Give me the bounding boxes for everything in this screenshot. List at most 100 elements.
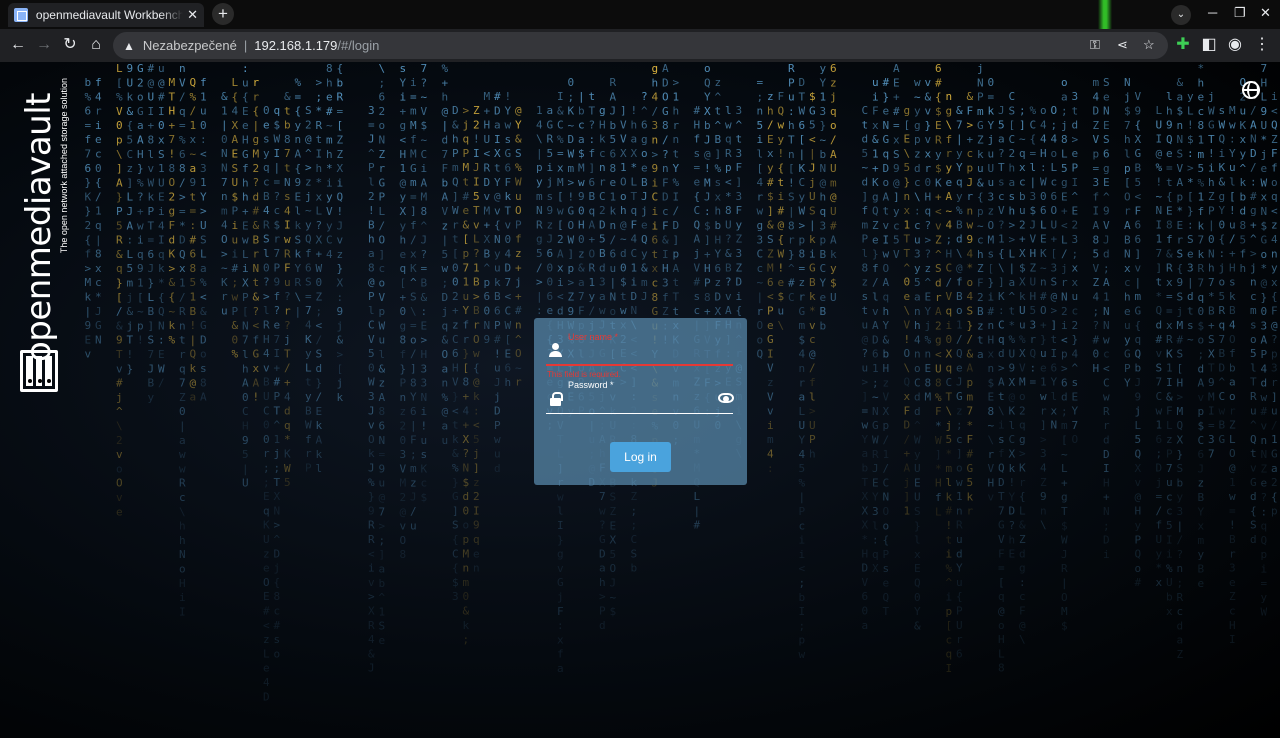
- svg-text:4: 4: [1229, 319, 1236, 332]
- svg-text:h: h: [1009, 204, 1016, 217]
- close-window-icon[interactable]: ✕: [1260, 5, 1271, 21]
- svg-text:}: }: [988, 276, 995, 289]
- svg-text:=: =: [85, 119, 92, 132]
- svg-text:W: W: [158, 362, 165, 375]
- svg-text:A: A: [946, 190, 953, 203]
- svg-text:Q: Q: [1166, 133, 1173, 146]
- svg-text:8: 8: [935, 377, 942, 390]
- svg-text:A: A: [662, 62, 669, 75]
- svg-text:D: D: [1009, 505, 1016, 518]
- url-path[interactable]: /#/login: [337, 38, 379, 53]
- tab-search-icon[interactable]: ⌄: [1171, 5, 1191, 25]
- svg-text:m: m: [946, 462, 953, 475]
- star-icon[interactable]: ☆: [1143, 37, 1155, 53]
- svg-text:U: U: [158, 176, 165, 189]
- svg-text:K: K: [85, 190, 92, 203]
- security-label[interactable]: Nezabezpečené: [143, 38, 237, 53]
- svg-text:]: ]: [1135, 247, 1142, 260]
- globe-icon[interactable]: [1242, 81, 1260, 99]
- svg-text:[: [: [505, 333, 512, 346]
- svg-text:b: b: [284, 119, 291, 132]
- svg-text:j: j: [694, 247, 701, 260]
- svg-text:3: 3: [1040, 447, 1047, 460]
- svg-text:y: y: [778, 133, 785, 146]
- eye-icon[interactable]: [718, 393, 734, 403]
- svg-text:w: w: [284, 233, 291, 246]
- svg-text:s: s: [400, 62, 407, 75]
- svg-text:d: d: [956, 233, 963, 246]
- svg-text:&: &: [883, 333, 890, 346]
- username-field[interactable]: User name *: [546, 330, 733, 366]
- url-host[interactable]: 192.168.1.179: [254, 38, 337, 53]
- svg-text:U: U: [1009, 347, 1016, 360]
- svg-text:0: 0: [463, 504, 470, 517]
- svg-text:]: ]: [767, 204, 774, 217]
- address-bar[interactable]: ▲ Nezabezpečené | 192.168.1.179 /#/login…: [113, 32, 1168, 59]
- home-icon[interactable]: ⌂: [86, 35, 106, 55]
- browser-tab[interactable]: openmediavault Workbench ✕: [8, 3, 204, 27]
- svg-text:C: C: [631, 247, 638, 260]
- svg-text:{: {: [158, 291, 165, 304]
- svg-text:}: }: [116, 277, 123, 290]
- svg-text:W: W: [316, 262, 323, 275]
- svg-text:p: p: [799, 634, 806, 647]
- svg-text:i: i: [95, 119, 102, 132]
- svg-text:w: w: [599, 304, 606, 317]
- svg-text:l: l: [368, 304, 375, 317]
- svg-text:h: h: [820, 191, 827, 204]
- svg-text:h: h: [1009, 162, 1016, 175]
- extensions-icon[interactable]: ✚: [1173, 35, 1193, 55]
- svg-text:L: L: [1135, 419, 1142, 432]
- svg-text:r: r: [1030, 333, 1037, 346]
- svg-text:=: =: [1030, 376, 1037, 389]
- svg-text:3: 3: [820, 105, 827, 118]
- forward-icon[interactable]: →: [34, 35, 54, 55]
- maximize-icon[interactable]: ❐: [1234, 5, 1246, 21]
- background-glow: [1098, 0, 1112, 29]
- svg-text:A: A: [137, 134, 144, 147]
- svg-text:!: !: [788, 176, 795, 189]
- svg-text:=: =: [1030, 147, 1037, 160]
- tab-close-icon[interactable]: ✕: [187, 7, 198, 23]
- svg-text:z: z: [956, 404, 963, 417]
- svg-text:!: !: [1229, 204, 1236, 217]
- key-icon[interactable]: ⚿: [1090, 37, 1100, 53]
- svg-text:Z: Z: [1177, 648, 1184, 661]
- menu-icon[interactable]: ⋮: [1252, 35, 1272, 55]
- svg-text:\: \: [946, 119, 953, 132]
- svg-text:h: h: [179, 520, 186, 533]
- svg-text:\: \: [116, 148, 123, 161]
- svg-text:}: }: [463, 347, 470, 360]
- svg-text:d: d: [253, 190, 260, 203]
- svg-text:5: 5: [368, 347, 375, 360]
- svg-text:W: W: [452, 204, 459, 217]
- login-button[interactable]: Log in: [610, 442, 671, 472]
- svg-text:S: S: [1187, 233, 1194, 246]
- password-field[interactable]: Password *: [546, 378, 734, 414]
- svg-text:4: 4: [1040, 462, 1047, 475]
- new-tab-button[interactable]: +: [212, 3, 234, 25]
- svg-text:6: 6: [494, 305, 501, 318]
- profile-icon[interactable]: ◉: [1225, 35, 1245, 55]
- svg-text:!: !: [190, 319, 197, 332]
- minimize-icon[interactable]: ─: [1208, 5, 1217, 20]
- svg-text:I: I: [1072, 176, 1079, 189]
- svg-text:#: #: [1250, 190, 1257, 203]
- svg-text:q: q: [946, 362, 953, 375]
- svg-text:3: 3: [736, 190, 743, 203]
- svg-text:|: |: [295, 305, 302, 318]
- svg-text:9: 9: [578, 190, 585, 203]
- share-icon[interactable]: ⋖: [1117, 37, 1128, 53]
- svg-text:n: n: [914, 305, 921, 318]
- back-icon[interactable]: ←: [8, 35, 28, 55]
- svg-text:q: q: [1198, 291, 1205, 304]
- svg-text:;: ;: [1061, 105, 1068, 118]
- warning-icon[interactable]: ▲: [123, 39, 135, 53]
- svg-text:x: x: [410, 248, 417, 261]
- sidepanel-icon[interactable]: ◧: [1199, 35, 1219, 55]
- svg-text:u: u: [379, 477, 386, 490]
- svg-text:w: w: [578, 176, 585, 189]
- svg-text:p: p: [883, 419, 890, 432]
- svg-text:i: i: [179, 591, 186, 604]
- reload-icon[interactable]: ↻: [60, 35, 80, 55]
